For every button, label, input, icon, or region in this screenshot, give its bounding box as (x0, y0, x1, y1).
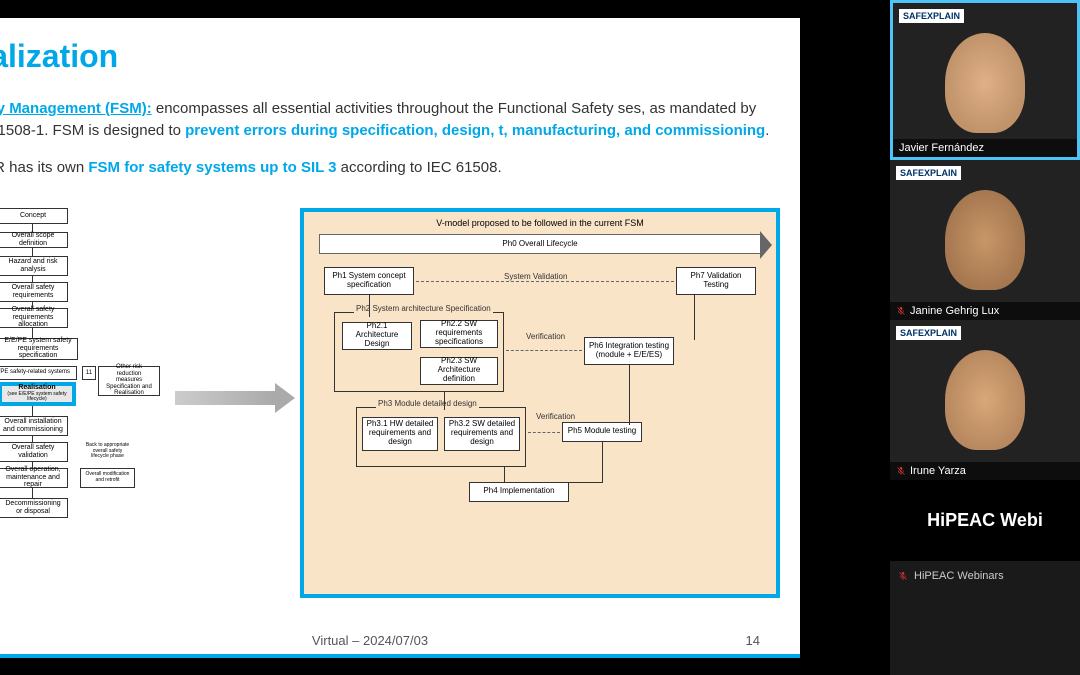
step-concept: Concept (0, 208, 68, 224)
presentation-slide: tualization Safety Management (FSM): enc… (0, 18, 800, 658)
webinar-title-tile[interactable]: HiPEAC Webi (890, 480, 1080, 561)
step-hazard: Hazard and risk analysis (0, 256, 68, 276)
ph7-box: Ph7 Validation Testing (676, 267, 756, 295)
fsm-link: Safety Management (FSM): (0, 100, 152, 117)
label-sysval: System Validation (504, 272, 567, 281)
diagrams-container: 1 Concept 2 Overall scope definition 3 H… (0, 208, 780, 598)
participant-name-label: Javier Fernández (893, 139, 1077, 157)
step-valid: Overall safety validation (0, 442, 68, 462)
step-realisation: Realisation (see E/E/PE system safety li… (0, 382, 76, 406)
brand-badge: SAFEXPLAIN (899, 9, 964, 23)
step-operate: Overall operation, maintenance and repai… (0, 468, 68, 488)
ph1-box: Ph1 System concept specification (324, 267, 414, 295)
mic-muted-icon (898, 571, 908, 581)
participant-tile[interactable]: SAFEXPLAIN Janine Gehrig Lux (890, 160, 1080, 320)
slide-body: Safety Management (FSM): encompasses all… (0, 98, 770, 194)
paragraph-2: xt, IKR has its own FSM for safety syste… (0, 157, 770, 180)
paragraph-1: Safety Management (FSM): encompasses all… (0, 98, 770, 143)
step-alloc: Overall safety requirements allocation (0, 308, 68, 328)
transition-arrow-icon (175, 383, 295, 413)
participant-name-label: Janine Gehrig Lux (890, 302, 1080, 320)
ph3-label: Ph3 Module detailed design (376, 399, 479, 408)
ph21-box: Ph2.1 Architecture Design (342, 322, 412, 350)
step-req: Overall safety requirements (0, 282, 68, 302)
ph23-box: Ph2.3 SW Architecture definition (420, 357, 498, 385)
mic-muted-icon (896, 306, 906, 316)
step-mod: Overall modification and retrofit (80, 468, 135, 488)
avatar-placeholder (945, 350, 1025, 450)
vmodel-caption: V-model proposed to be followed in the c… (436, 218, 644, 228)
bottom-participant-row[interactable]: HiPEAC Webinars (890, 561, 1080, 591)
ph2-label: Ph2 System architecture Specification (354, 304, 493, 313)
step-install: Overall installation and commissioning (0, 416, 68, 436)
avatar-placeholder (945, 33, 1025, 133)
step-num-11: 11 (82, 366, 96, 380)
step-eepe: E/E/PE system safety requirements specif… (0, 338, 78, 360)
slide-title: tualization (0, 38, 118, 75)
brand-badge: SAFEXPLAIN (896, 326, 961, 340)
ph5-box: Ph5 Module testing (562, 422, 642, 442)
step-back: Back to appropriate overall safety lifec… (80, 442, 135, 462)
mic-muted-icon (896, 466, 906, 476)
label-verif2: Verification (536, 412, 575, 421)
footer-accent-bar (0, 654, 800, 658)
slide-footer: Virtual – 2024/07/03 14 (0, 633, 780, 648)
step-decom: Decommissioning or disposal (0, 498, 68, 518)
main-content-area: tualization Safety Management (FSM): enc… (0, 0, 890, 675)
app-root: tualization Safety Management (FSM): enc… (0, 0, 1080, 675)
ph31-box: Ph3.1 HW detailed requirements and desig… (362, 417, 438, 451)
ph4-box: Ph4 Implementation (469, 482, 569, 502)
page-number: 14 (746, 633, 760, 648)
step-other: Other risk reduction measures Specificat… (98, 366, 160, 396)
right-vmodel-diagram: V-model proposed to be followed in the c… (300, 208, 780, 598)
step-systems: E/E/PE safety-related systems (0, 366, 77, 380)
label-verif1: Verification (526, 332, 565, 341)
step-scope: Overall scope definition (0, 232, 68, 248)
left-lifecycle-diagram: 1 Concept 2 Overall scope definition 3 H… (0, 208, 175, 598)
avatar-placeholder (945, 190, 1025, 290)
brand-badge: SAFEXPLAIN (896, 166, 961, 180)
participants-sidebar: SAFEXPLAIN Javier Fernández SAFEXPLAIN J… (890, 0, 1080, 675)
ph32-box: Ph3.2 SW detailed requirements and desig… (444, 417, 520, 451)
participant-tile[interactable]: SAFEXPLAIN Irune Yarza (890, 320, 1080, 480)
participant-name-label: Irune Yarza (890, 462, 1080, 480)
ph0-bar: Ph0 Overall Lifecycle (319, 234, 761, 254)
ph22-box: Ph2.2 SW requirements specifications (420, 320, 498, 348)
participant-tile-active[interactable]: SAFEXPLAIN Javier Fernández (890, 0, 1080, 160)
ph6-box: Ph6 Integration testing (module + E/E/ES… (584, 337, 674, 365)
footer-date: Virtual – 2024/07/03 (312, 633, 428, 648)
